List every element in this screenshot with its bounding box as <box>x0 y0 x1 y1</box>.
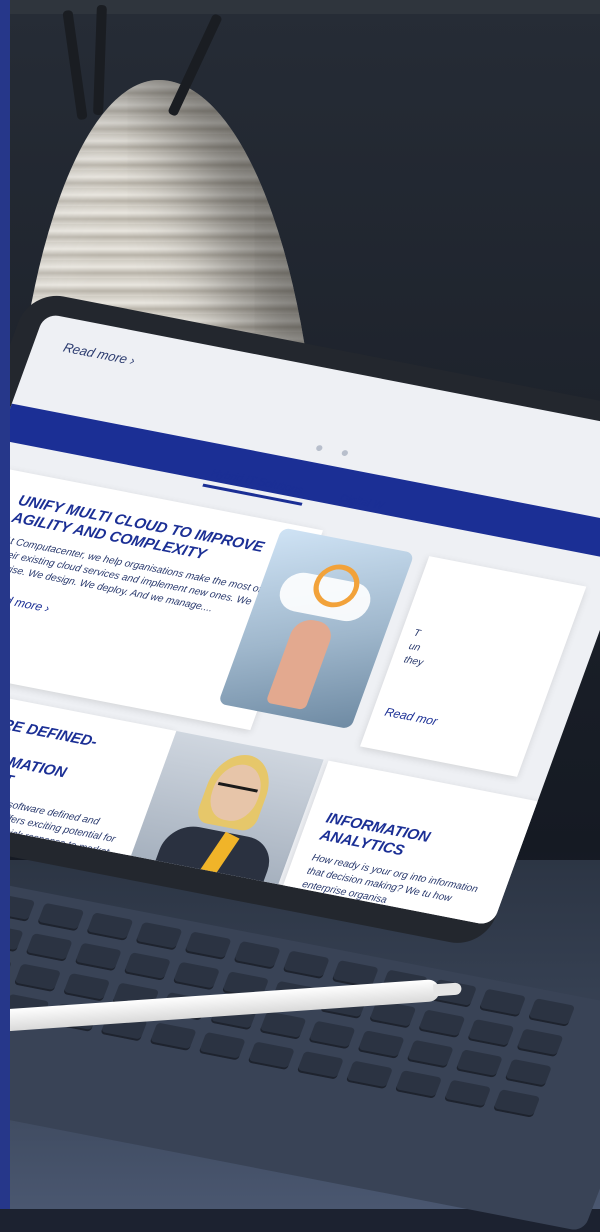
carousel-dots[interactable] <box>314 438 368 464</box>
key <box>479 989 526 1017</box>
key <box>395 1070 442 1098</box>
key <box>406 1040 453 1068</box>
key <box>456 1049 503 1077</box>
card-title: SOFTWARE DEFINED- BUSINESS TRANSFORMATIO… <box>0 704 152 813</box>
key <box>444 1080 491 1108</box>
key <box>418 1009 465 1037</box>
key <box>37 903 84 931</box>
key <box>184 931 231 959</box>
top-strip <box>0 0 600 14</box>
pencil <box>93 5 107 115</box>
key <box>233 941 280 969</box>
key <box>25 933 72 961</box>
tablet-screen: Read more › Hybrid IT Solutions Digital … <box>0 313 600 926</box>
key <box>124 952 171 980</box>
read-more-link[interactable]: Read mor <box>383 705 521 744</box>
key <box>516 1029 563 1057</box>
key <box>14 964 61 992</box>
key <box>308 1021 355 1049</box>
key <box>173 962 220 990</box>
key <box>248 1042 295 1070</box>
carousel-dot[interactable] <box>341 450 349 457</box>
key <box>135 922 182 950</box>
pointing-hand <box>266 617 336 710</box>
key <box>259 1011 306 1039</box>
photo-scene: Read more › Hybrid IT Solutions Digital … <box>0 0 600 1209</box>
tablet: Read more › Hybrid IT Solutions Digital … <box>0 290 600 949</box>
key <box>63 973 110 1001</box>
key <box>346 1061 393 1089</box>
key <box>297 1051 344 1079</box>
key <box>467 1019 514 1047</box>
carousel-dot[interactable] <box>315 445 323 452</box>
key <box>198 1032 245 1060</box>
key <box>493 1089 540 1117</box>
stylus-tip <box>433 982 462 996</box>
key <box>357 1030 404 1058</box>
key <box>505 1059 552 1087</box>
key <box>75 943 122 971</box>
pencil <box>62 10 87 120</box>
key <box>282 951 329 979</box>
left-accent-bar <box>0 0 10 1209</box>
read-more-link[interactable]: Read more › <box>61 340 137 368</box>
key <box>528 998 575 1026</box>
key <box>86 912 133 940</box>
key <box>149 1022 196 1050</box>
